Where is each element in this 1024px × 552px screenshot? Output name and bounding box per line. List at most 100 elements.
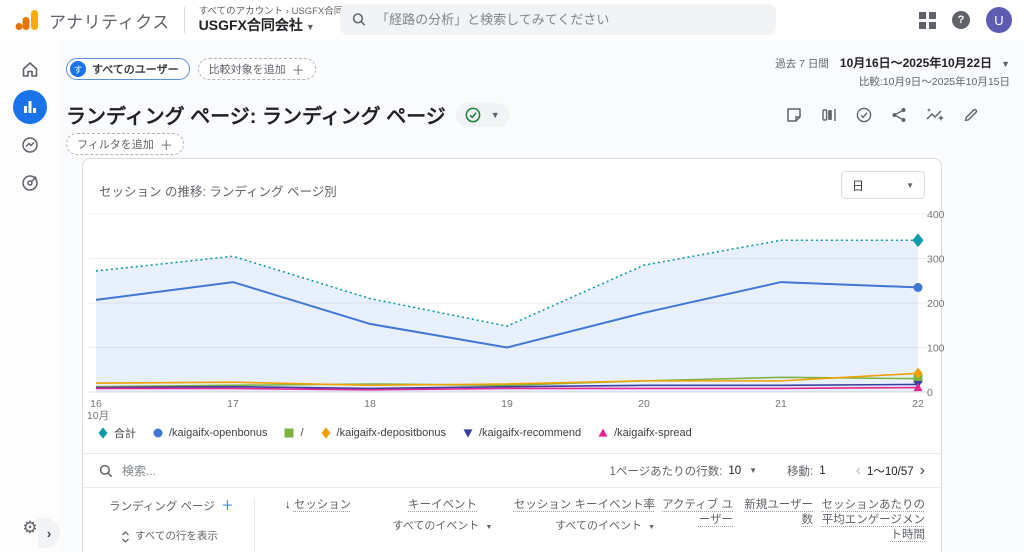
- notes-icon[interactable]: [785, 106, 803, 124]
- prev-page-icon[interactable]: ‹: [856, 463, 861, 479]
- table-search-input[interactable]: [122, 464, 322, 478]
- triangle-down-marker-icon: [462, 426, 474, 440]
- plus-icon: ＋: [292, 60, 305, 79]
- check-circle-icon: [465, 107, 481, 123]
- add-filter-chip[interactable]: フィルタを追加 ＋: [66, 133, 184, 155]
- share-icon[interactable]: [890, 106, 908, 124]
- column-active-users[interactable]: アクティブ ユーザー: [655, 498, 733, 552]
- product-name[interactable]: アナリティクス: [49, 8, 170, 33]
- date-compare-value: 比較:10月9日～2025年10月15日: [775, 74, 1010, 89]
- segment-icon: す: [70, 61, 86, 77]
- svg-text:100: 100: [927, 343, 945, 355]
- main-content: す すべてのユーザー 比較対象を追加 ＋ 過去 7 日間 10月16日～2025…: [60, 40, 1024, 552]
- add-dimension-icon[interactable]: ＋: [221, 498, 234, 513]
- legend-item[interactable]: /kaigaifx-depositbonus: [320, 426, 446, 440]
- triangle-up-marker-icon: [597, 426, 609, 440]
- nav-explore-icon[interactable]: [13, 128, 47, 162]
- global-search[interactable]: [340, 4, 776, 35]
- circle-marker-icon: [152, 426, 164, 440]
- table-header: ランディング ページ＋ すべての行を表示 ↓セッション キーイベント すべてのイ…: [83, 487, 941, 552]
- rows-per-page-value[interactable]: 10: [728, 465, 741, 477]
- nav-reports-icon[interactable]: [13, 90, 47, 124]
- date-range-value: 10月16日～2025年10月22日: [840, 56, 992, 70]
- svg-text:17: 17: [227, 398, 239, 410]
- rows-per-page-label: 1ページあたりの行数:: [609, 463, 722, 479]
- next-page-icon[interactable]: ›: [920, 463, 925, 479]
- svg-text:22: 22: [912, 398, 924, 410]
- goto-label: 移動:: [787, 463, 813, 479]
- column-key-events[interactable]: キーイベント すべてのイベント ▼: [380, 498, 505, 552]
- caret-down-icon: ▼: [1001, 59, 1010, 69]
- legend-label: /kaigaifx-recommend: [479, 427, 581, 439]
- diamond-marker-icon: [320, 426, 332, 440]
- breadcrumb-separator-icon: ›: [286, 6, 289, 17]
- help-icon[interactable]: ?: [952, 11, 970, 29]
- sessions-trend-chart[interactable]: 01002003004001617181920212210月: [83, 206, 939, 421]
- nav-home-icon[interactable]: [13, 52, 47, 86]
- legend-label: /: [300, 427, 303, 439]
- legend-item[interactable]: /kaigaifx-recommend: [462, 426, 581, 440]
- avatar[interactable]: U: [986, 7, 1012, 33]
- legend-item[interactable]: /kaigaifx-openbonus: [152, 426, 267, 440]
- add-comparison-label: 比較対象を追加: [209, 61, 286, 77]
- add-filter-label: フィルタを追加: [77, 136, 154, 152]
- search-icon: [352, 12, 366, 27]
- goto-value[interactable]: 1: [819, 465, 825, 477]
- column-landing-page[interactable]: ランディング ページ＋ すべての行を表示: [99, 498, 255, 552]
- chart-legend: 合計/kaigaifx-openbonus / /kaigaifx-depositb…: [97, 425, 692, 441]
- column-avg-engagement-time[interactable]: セッションあたりの平均エンゲージメント時間: [813, 498, 925, 552]
- svg-text:16: 16: [90, 398, 102, 410]
- caret-down-icon: ▼: [306, 22, 315, 32]
- svg-text:19: 19: [501, 398, 513, 410]
- granularity-select[interactable]: 日 ▼: [841, 171, 925, 199]
- insights-clock-icon[interactable]: [855, 106, 873, 124]
- legend-label: /kaigaifx-openbonus: [169, 427, 267, 439]
- app-header: アナリティクス すべてのアカウント › USGFX合同会社 USGFX合同会社▼…: [0, 0, 1024, 40]
- insights-sparkline-icon[interactable]: [925, 106, 945, 124]
- report-status-badge[interactable]: ▼: [456, 103, 509, 127]
- account-switcher[interactable]: すべてのアカウント › USGFX合同会社 USGFX合同会社▼: [199, 6, 363, 35]
- legend-label: /kaigaifx-depositbonus: [337, 427, 446, 439]
- legend-item[interactable]: 合計: [97, 425, 136, 441]
- svg-text:10月: 10月: [87, 410, 109, 422]
- diamond-marker-icon: [97, 426, 109, 440]
- caret-down-icon: ▼: [648, 524, 655, 531]
- svg-text:20: 20: [638, 398, 650, 410]
- caret-down-icon: ▼: [491, 110, 500, 120]
- svg-text:0: 0: [927, 387, 933, 399]
- property-name: USGFX合同会社: [199, 17, 303, 33]
- caret-down-icon: ▼: [485, 524, 492, 531]
- nav-advertising-icon[interactable]: [13, 166, 47, 200]
- all-users-chip[interactable]: す すべてのユーザー: [66, 58, 190, 80]
- analytics-logo-icon[interactable]: [14, 9, 40, 31]
- caret-down-icon[interactable]: ▼: [749, 466, 757, 475]
- search-icon: [99, 464, 113, 478]
- legend-label: /kaigaifx-spread: [614, 427, 692, 439]
- expand-rows-control[interactable]: すべての行を表示: [99, 529, 244, 544]
- pagination-range: 1～10/57: [867, 463, 914, 479]
- svg-text:200: 200: [927, 298, 945, 310]
- unfold-rows-icon: [121, 531, 130, 543]
- column-new-users[interactable]: 新規ユーザー数: [733, 498, 813, 552]
- all-users-chip-label: すべてのユーザー: [92, 61, 179, 77]
- session-key-event-filter[interactable]: すべてのイベント ▼: [505, 519, 655, 535]
- edit-pencil-icon[interactable]: [962, 106, 980, 124]
- column-sessions[interactable]: ↓セッション: [285, 498, 380, 552]
- legend-item[interactable]: /kaigaifx-spread: [597, 426, 692, 440]
- granularity-value: 日: [852, 177, 864, 194]
- plus-icon: ＋: [160, 135, 173, 154]
- key-events-filter[interactable]: すべてのイベント ▼: [380, 519, 505, 535]
- comparison-icon[interactable]: [820, 106, 838, 124]
- date-range-picker[interactable]: 過去 7 日間 10月16日～2025年10月22日 ▼ 比較:10月9日～20…: [775, 54, 1010, 89]
- global-search-input[interactable]: [376, 12, 764, 27]
- add-comparison-chip[interactable]: 比較対象を追加 ＋: [198, 58, 316, 80]
- legend-item[interactable]: /: [283, 426, 303, 440]
- column-session-key-event-rate[interactable]: セッション キーイベント率 すべてのイベント ▼: [505, 498, 655, 552]
- apps-grid-icon[interactable]: [919, 12, 936, 29]
- side-nav: ⚙: [0, 40, 60, 552]
- table-search-row: 1ページあたりの行数: 10 ▼ 移動: 1 ‹ 1～10/57 ›: [83, 453, 941, 487]
- header-divider: [184, 7, 185, 33]
- caret-down-icon: ▼: [906, 181, 914, 190]
- report-card: セッション の推移: ランディング ページ別 日 ▼ 0100200300400…: [82, 158, 942, 552]
- svg-text:21: 21: [775, 398, 787, 410]
